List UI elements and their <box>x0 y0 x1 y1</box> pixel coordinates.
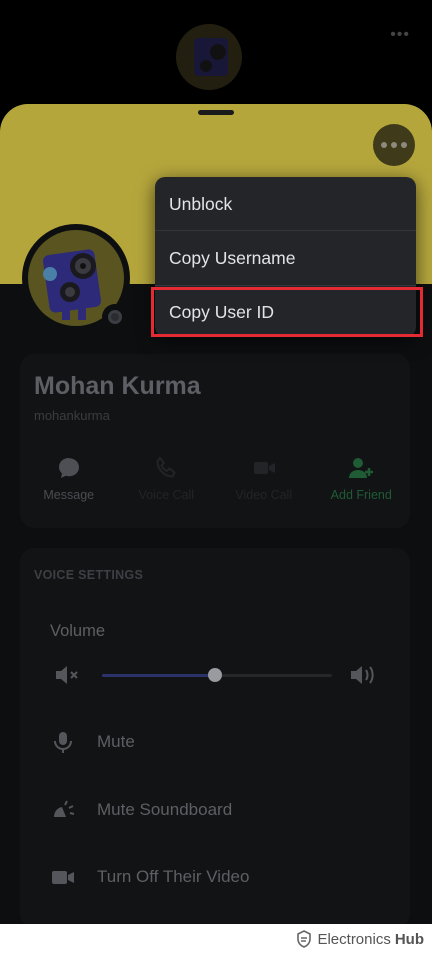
volume-max-icon[interactable] <box>348 660 378 690</box>
volume-label: Volume <box>50 622 106 640</box>
voice-call-label: Voice Call <box>138 488 195 502</box>
microphone-icon <box>54 732 72 753</box>
video-icon <box>253 462 275 474</box>
video-call-label: Video Call <box>235 488 293 502</box>
background-avatar <box>176 24 242 90</box>
menu-divider <box>155 230 416 231</box>
volume-mute-icon[interactable] <box>52 660 82 690</box>
mute-label: Mute <box>97 732 135 751</box>
username[interactable]: mohankurma <box>34 408 110 423</box>
profile-card: Mohan Kurma mohankurma Message Voice Cal… <box>20 354 410 528</box>
message-icon <box>58 458 79 478</box>
more-options-button[interactable] <box>373 124 415 166</box>
video-off-icon <box>52 871 74 884</box>
unblock-menu-item[interactable]: Unblock <box>155 178 416 231</box>
app-screen: ••• Mohan Kurma mohankurma Message Voice… <box>0 0 432 924</box>
watermark-text: Electronics <box>317 930 391 948</box>
highlight-box <box>151 287 423 337</box>
add-friend-icon <box>349 458 374 478</box>
voice-call-button[interactable]: Voice Call <box>118 454 216 510</box>
status-indicator <box>102 304 128 330</box>
mute-soundboard-label: Mute Soundboard <box>97 800 233 819</box>
robot-avatar-icon <box>194 38 228 76</box>
watermark-text-bold: Hub <box>394 930 424 948</box>
add-friend-button[interactable]: Add Friend <box>313 454 411 510</box>
avatar[interactable] <box>22 224 130 332</box>
section-title: VOICE SETTINGS <box>34 568 144 582</box>
video-call-button[interactable]: Video Call <box>215 454 313 510</box>
copy-username-label: Copy Username <box>169 248 296 268</box>
dot-icon <box>401 142 407 148</box>
turn-off-video-option[interactable]: Turn Off Their Video <box>50 861 249 893</box>
message-label: Message <box>43 488 95 502</box>
message-button[interactable]: Message <box>20 454 118 510</box>
volume-slider-thumb[interactable] <box>207 668 222 682</box>
copy-username-menu-item[interactable]: Copy Username <box>155 232 416 285</box>
volume-slider[interactable] <box>102 668 332 682</box>
display-name: Mohan Kurma <box>34 372 201 400</box>
unblock-label: Unblock <box>169 194 233 214</box>
drag-handle[interactable] <box>198 110 234 115</box>
background-more-icon: ••• <box>390 26 410 43</box>
volume-slider-fill <box>102 674 215 677</box>
dot-icon <box>391 142 397 148</box>
soundboard-icon <box>54 800 75 817</box>
mute-soundboard-option[interactable]: Mute Soundboard <box>50 794 232 826</box>
electronics-hub-logo-icon <box>297 930 312 948</box>
turn-off-video-label: Turn Off Their Video <box>97 867 250 886</box>
dot-icon <box>381 142 387 148</box>
mute-option[interactable]: Mute <box>50 726 135 758</box>
action-bar: Message Voice Call Video Call Add Friend <box>20 454 410 510</box>
phone-icon <box>156 456 177 478</box>
watermark: Electronics Hub <box>296 928 424 950</box>
add-friend-label: Add Friend <box>330 488 392 502</box>
